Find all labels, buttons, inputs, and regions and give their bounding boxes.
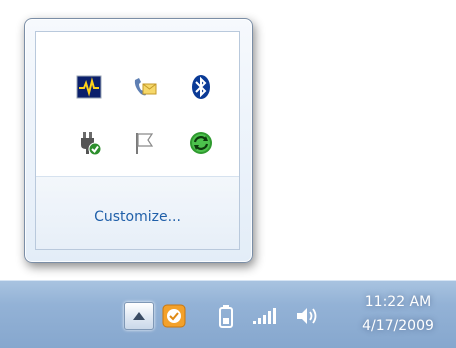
network-signal-icon[interactable] [250, 302, 278, 330]
show-hidden-icons-button[interactable] [124, 302, 154, 330]
phone-mail-icon[interactable] [132, 74, 158, 100]
performance-monitor-icon[interactable] [76, 74, 102, 100]
customize-link[interactable]: Customize... [36, 209, 239, 225]
hidden-icons-grid [50, 46, 228, 166]
bluetooth-icon[interactable] [188, 74, 214, 100]
orange-app-icon[interactable] [160, 302, 188, 330]
notification-overflow-flyout: Customize... [24, 18, 253, 263]
taskbar: 11:22 AM 4/17/2009 [0, 280, 456, 348]
up-arrow-icon [132, 311, 146, 321]
sync-center-icon[interactable] [188, 130, 214, 156]
taskbar-clock[interactable]: 11:22 AM 4/17/2009 [344, 290, 452, 336]
clock-date: 4/17/2009 [362, 318, 434, 334]
flyout-content: Customize... [35, 31, 240, 250]
battery-icon[interactable] [212, 302, 240, 330]
volume-icon[interactable] [294, 302, 322, 330]
flyout-footer: Customize... [36, 177, 239, 249]
usb-device-icon[interactable] [76, 130, 102, 156]
action-center-flag-icon[interactable] [132, 130, 158, 156]
clock-time: 11:22 AM [364, 294, 432, 310]
